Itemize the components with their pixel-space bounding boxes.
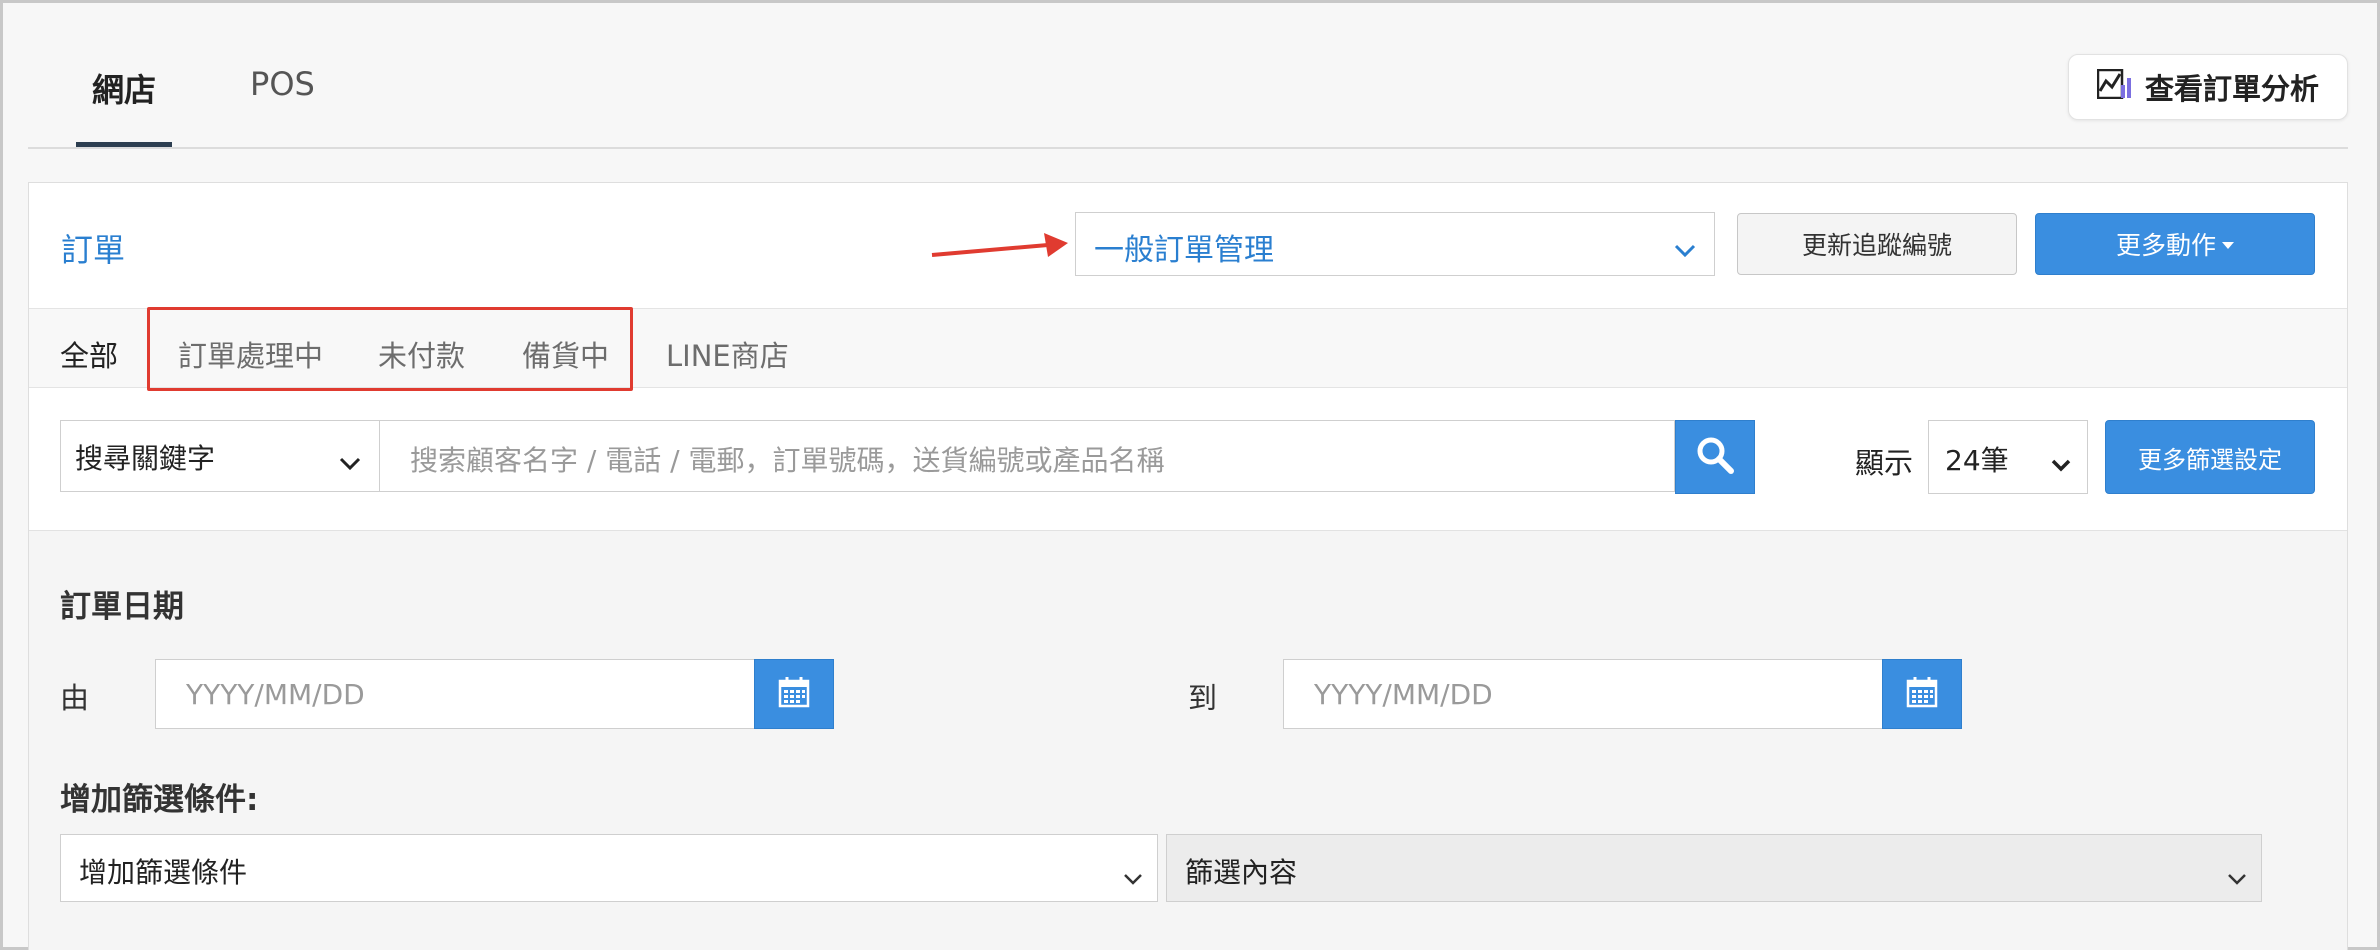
add-condition-select[interactable]: 增加篩選條件 bbox=[60, 834, 1158, 902]
tab-all[interactable]: 全部 bbox=[60, 333, 118, 375]
calendar-icon bbox=[778, 676, 810, 712]
search-placeholder: 搜索顧客名字 / 電話 / 電郵，訂單號碼，送貨編號或產品名稱 bbox=[410, 444, 1165, 477]
from-label: 由 bbox=[60, 681, 90, 715]
keyword-type-value: 搜尋關鍵字 bbox=[75, 442, 216, 475]
date-from-input[interactable]: YYYY/MM/DD bbox=[155, 659, 755, 729]
per-page-select[interactable]: 24筆 bbox=[1928, 420, 2088, 494]
tab-online-store[interactable]: 網店 bbox=[76, 55, 173, 147]
order-date-title: 訂單日期 bbox=[60, 589, 184, 625]
chevron-down-icon bbox=[1123, 859, 1143, 892]
view-order-analysis-button[interactable]: 查看訂單分析 bbox=[2068, 54, 2348, 120]
add-condition-title: 增加篩選條件: bbox=[60, 782, 259, 818]
top-divider bbox=[28, 147, 2348, 149]
annotation-arrow bbox=[931, 233, 1068, 257]
caret-down-icon bbox=[2222, 241, 2234, 249]
search-input[interactable]: 搜索顧客名字 / 電話 / 電郵，訂單號碼，送貨編號或產品名稱 bbox=[379, 420, 1675, 492]
chevron-down-icon bbox=[2051, 447, 2071, 480]
chevron-down-icon bbox=[1674, 231, 1696, 266]
more-actions-label: 更多動作 bbox=[2115, 231, 2216, 260]
tab-line-store[interactable]: LINE商店 bbox=[666, 333, 789, 375]
date-to-calendar-button[interactable] bbox=[1882, 659, 1962, 729]
filter-panel: 訂單日期 由 YYYY/MM/DD 到 YYYY/MM/DD 增加篩選條件: 增… bbox=[29, 530, 2347, 950]
to-label: 到 bbox=[1188, 681, 1218, 715]
calendar-icon bbox=[1906, 676, 1938, 712]
annotation-highlight-box bbox=[147, 307, 633, 391]
date-from-calendar-button[interactable] bbox=[754, 659, 834, 729]
show-count-label: 顯示 bbox=[1855, 446, 1914, 480]
tab-pos[interactable]: POS bbox=[234, 55, 331, 147]
analysis-button-label: 查看訂單分析 bbox=[2144, 72, 2319, 106]
chevron-down-icon bbox=[2227, 859, 2247, 892]
search-icon bbox=[1695, 435, 1735, 479]
top-tabs: 網店 POS bbox=[76, 55, 331, 147]
filter-content-value: 篩選內容 bbox=[1185, 856, 1298, 889]
order-view-select[interactable]: 一般訂單管理 bbox=[1075, 212, 1715, 276]
per-page-value: 24筆 bbox=[1945, 444, 2009, 477]
chart-icon bbox=[2096, 68, 2133, 106]
order-view-value: 一般訂單管理 bbox=[1094, 233, 1274, 268]
filter-content-select[interactable]: 篩選內容 bbox=[1166, 834, 2262, 902]
orders-title: 訂單 bbox=[61, 231, 126, 269]
update-tracking-button[interactable]: 更新追蹤編號 bbox=[1737, 213, 2017, 275]
add-condition-value: 增加篩選條件 bbox=[79, 856, 248, 889]
search-button[interactable] bbox=[1675, 420, 1755, 494]
keyword-type-select[interactable]: 搜尋關鍵字 bbox=[60, 420, 380, 492]
chevron-down-icon bbox=[339, 445, 361, 478]
date-to-input[interactable]: YYYY/MM/DD bbox=[1283, 659, 1883, 729]
more-filters-button[interactable]: 更多篩選設定 bbox=[2105, 420, 2315, 494]
more-actions-button[interactable]: 更多動作 bbox=[2035, 213, 2315, 275]
